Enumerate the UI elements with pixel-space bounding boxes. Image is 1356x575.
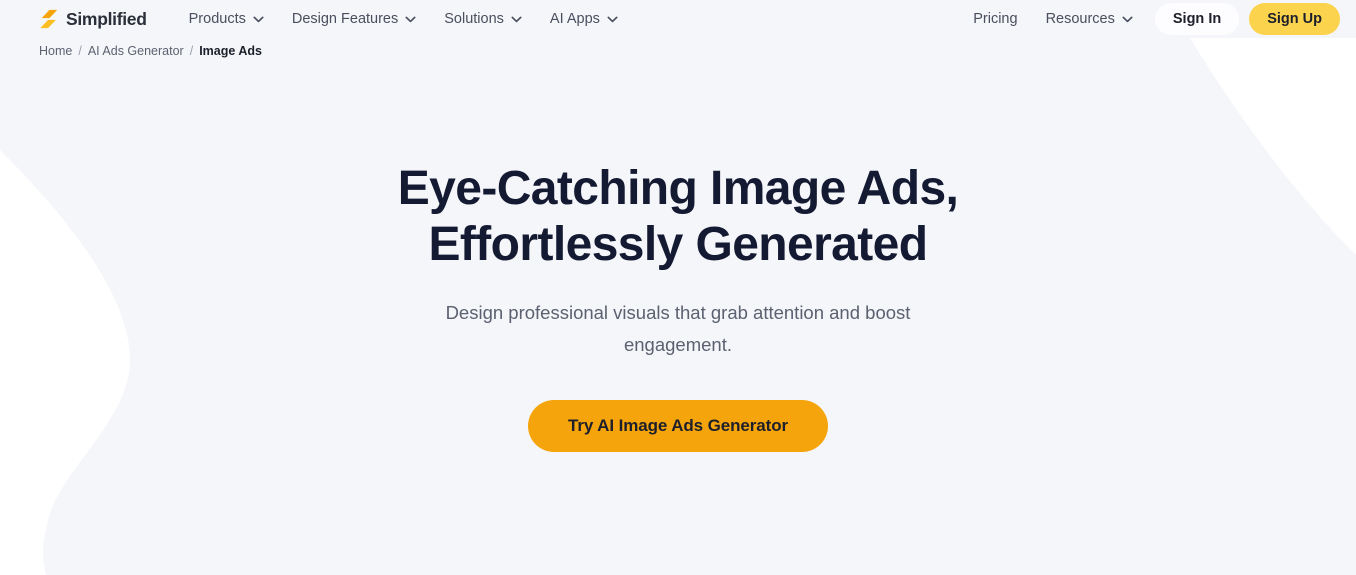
breadcrumb: Home / AI Ads Generator / Image Ads <box>0 38 1356 58</box>
nav-item-pricing-label: Pricing <box>973 11 1018 27</box>
simplified-bolt-logo-icon <box>40 9 58 29</box>
sign-in-button[interactable]: Sign In <box>1154 3 1240 35</box>
hero-section: Eye-Catching Image Ads, Effortlessly Gen… <box>0 58 1356 452</box>
nav-item-solutions-label: Solutions <box>444 11 504 27</box>
breadcrumb-separator: / <box>78 44 82 58</box>
hero-subtitle: Design professional visuals that grab at… <box>445 302 911 355</box>
chevron-down-icon <box>607 16 618 22</box>
nav-item-products[interactable]: Products <box>175 5 278 33</box>
page-title-line-1: Eye-Catching Image Ads, <box>397 162 959 215</box>
chevron-down-icon <box>1122 16 1133 22</box>
brand-name: Simplified <box>66 8 147 29</box>
page-title: Eye-Catching Image Ads, Effortlessly Gen… <box>328 161 1028 273</box>
chevron-down-icon <box>253 16 264 22</box>
chevron-down-icon <box>405 16 416 22</box>
breadcrumb-item-ai-ads-generator[interactable]: AI Ads Generator <box>88 44 184 58</box>
page-title-line-2: Effortlessly Generated <box>428 218 929 271</box>
brand-logo[interactable]: Simplified <box>38 8 147 30</box>
secondary-nav: Pricing Resources Sign In Sign Up <box>959 3 1340 35</box>
chevron-down-icon <box>511 16 522 22</box>
primary-nav: Products Design Features Solutions AI Ap… <box>175 5 632 33</box>
nav-item-ai-apps[interactable]: AI Apps <box>536 5 632 33</box>
nav-item-resources-label: Resources <box>1045 11 1115 27</box>
breadcrumb-item-image-ads: Image Ads <box>199 44 262 58</box>
breadcrumb-item-home[interactable]: Home <box>39 44 72 58</box>
sign-up-button[interactable]: Sign Up <box>1249 3 1340 35</box>
nav-item-resources[interactable]: Resources <box>1032 5 1147 33</box>
try-ai-image-ads-generator-button[interactable]: Try AI Image Ads Generator <box>527 400 829 452</box>
nav-item-products-label: Products <box>188 11 246 27</box>
breadcrumb-separator: / <box>189 44 194 58</box>
site-header: Simplified Products Design Features Solu… <box>0 0 1356 38</box>
nav-item-design-features[interactable]: Design Features <box>278 5 430 33</box>
nav-item-design-features-label: Design Features <box>291 11 399 27</box>
hero-cta-container: Try AI Image Ads Generator <box>0 400 1356 452</box>
nav-item-ai-apps-label: AI Apps <box>549 11 600 27</box>
page-root: Simplified Products Design Features Solu… <box>0 0 1356 575</box>
nav-item-solutions[interactable]: Solutions <box>430 5 536 33</box>
nav-item-pricing[interactable]: Pricing <box>959 5 1031 33</box>
